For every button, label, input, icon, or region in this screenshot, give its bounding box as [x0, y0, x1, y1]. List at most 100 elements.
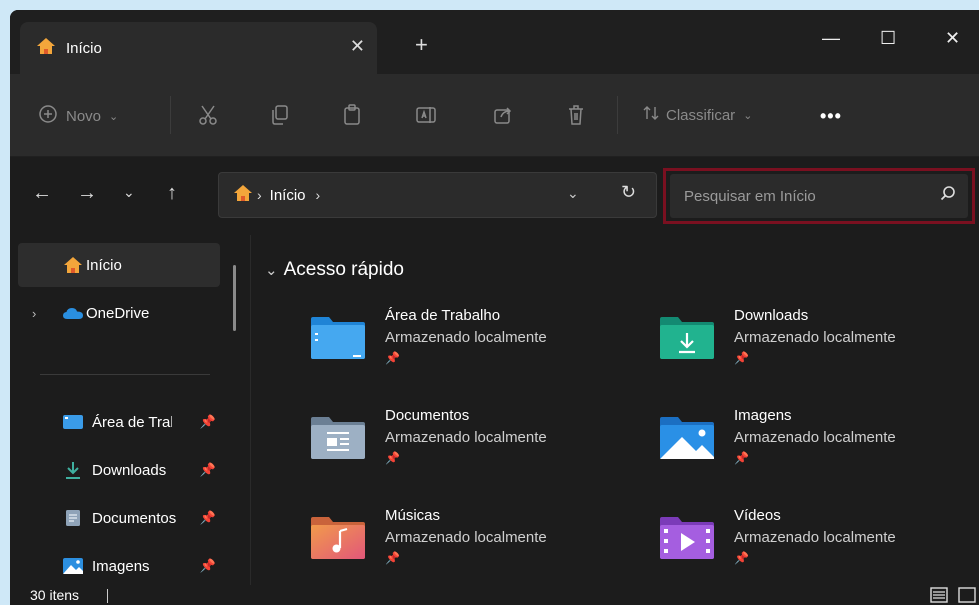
- documents-icon: [62, 509, 84, 527]
- music-folder-icon: [309, 515, 367, 561]
- quick-access-item-location: Armazenado localmente: [734, 429, 896, 446]
- tiles-view-icon[interactable]: [958, 587, 976, 605]
- breadcrumb-separator[interactable]: ›: [316, 187, 321, 203]
- quick-access-item-location: Armazenado localmente: [385, 429, 547, 446]
- toolbar-divider: [170, 96, 171, 134]
- collapse-chevron-icon: ⌄: [265, 262, 278, 279]
- address-dropdown-icon[interactable]: ⌄: [567, 185, 579, 202]
- search-input[interactable]: [682, 186, 926, 206]
- recent-locations-chevron-icon[interactable]: ⌄: [123, 185, 135, 199]
- sidebar-divider: [40, 374, 210, 375]
- sort-icon: [642, 104, 660, 126]
- maximize-button[interactable]: ☐: [880, 28, 896, 49]
- sidebar-item-downloads[interactable]: Downloads 📌: [18, 448, 220, 492]
- desktop-folder-icon: [309, 315, 367, 361]
- breadcrumb-inicio[interactable]: Início: [270, 187, 306, 204]
- quick-access-item-videos[interactable]: Vídeos Armazenado localmente 📌: [658, 507, 979, 587]
- search-box[interactable]: [670, 174, 968, 218]
- sidebar-item-documentos[interactable]: Documentos 📌: [18, 496, 220, 540]
- quick-access-item-location: Armazenado localmente: [385, 529, 547, 546]
- status-bar: 30 itens: [10, 585, 979, 605]
- command-bar: Novo ⌄ Classificar ⌄ •••: [10, 74, 979, 157]
- pin-icon: 📌: [199, 510, 216, 525]
- file-explorer-window: Início ✕ + — ☐ ✕ Novo ⌄ Classificar ⌄ ••…: [10, 10, 979, 605]
- sidebar-item-label: Documentos: [92, 509, 177, 527]
- pin-icon: 📌: [734, 451, 749, 465]
- search-icon[interactable]: [940, 185, 956, 206]
- quick-access-item-name: Vídeos: [734, 507, 781, 524]
- navigation-bar: ← → ⌄ ↑ › Início › ⌄ ↻: [10, 157, 979, 235]
- new-tab-button[interactable]: +: [415, 34, 428, 56]
- expand-chevron-icon[interactable]: ›: [32, 306, 36, 321]
- rename-icon[interactable]: [415, 104, 437, 126]
- sidebar-item-onedrive[interactable]: › OneDrive: [18, 291, 220, 335]
- section-title: Acesso rápido: [283, 259, 404, 280]
- tab-inicio[interactable]: Início ✕: [20, 22, 377, 74]
- desktop-folder-icon: [62, 413, 84, 431]
- new-button[interactable]: Novo ⌄: [38, 104, 118, 128]
- minimize-button[interactable]: —: [822, 28, 840, 49]
- sidebar-item-imagens[interactable]: Imagens 📌: [18, 544, 220, 588]
- pictures-icon: [62, 557, 84, 575]
- status-divider: [107, 589, 108, 603]
- quick-access-item-name: Área de Trabalho: [385, 307, 501, 324]
- home-icon: [62, 256, 84, 274]
- quick-access-item-documentos[interactable]: Documentos Armazenado localmente 📌: [309, 407, 649, 487]
- quick-access-item-location: Armazenado localmente: [734, 529, 896, 546]
- quick-access-item-area-de-trabalho[interactable]: Área de Trabalho Armazenado localmente 📌: [309, 307, 649, 387]
- download-icon: [62, 461, 84, 479]
- pin-icon: 📌: [199, 558, 216, 573]
- quick-access-item-location: Armazenado localmente: [734, 329, 896, 346]
- quick-access-item-downloads[interactable]: Downloads Armazenado localmente 📌: [658, 307, 979, 387]
- quick-access-item-musicas[interactable]: Músicas Armazenado localmente 📌: [309, 507, 649, 587]
- navigation-pane: Início › OneDrive Área de Trabalho 📌 Dow…: [10, 235, 250, 585]
- share-icon[interactable]: [492, 104, 514, 126]
- home-icon: [233, 184, 253, 207]
- sidebar-item-inicio[interactable]: Início: [18, 243, 220, 287]
- quick-access-item-name: Downloads: [734, 307, 809, 324]
- plus-circle-icon: [38, 104, 58, 128]
- sidebar-item-label: Downloads: [92, 461, 167, 479]
- cut-icon[interactable]: [197, 104, 219, 126]
- pin-icon: 📌: [199, 414, 216, 429]
- pin-icon: 📌: [385, 551, 400, 565]
- close-window-button[interactable]: ✕: [945, 28, 960, 49]
- pin-icon: 📌: [385, 451, 400, 465]
- toolbar-divider: [617, 96, 618, 134]
- tab-label: Início: [66, 39, 102, 57]
- quick-access-item-imagens[interactable]: Imagens Armazenado localmente 📌: [658, 407, 979, 487]
- sidebar-item-area-de-trabalho[interactable]: Área de Trabalho 📌: [18, 400, 220, 444]
- sidebar-scrollbar[interactable]: [233, 265, 236, 331]
- delete-icon[interactable]: [566, 104, 586, 126]
- up-arrow-icon[interactable]: ↑: [167, 183, 177, 203]
- copy-icon[interactable]: [270, 104, 290, 126]
- quick-access-item-name: Imagens: [734, 407, 792, 424]
- sidebar-item-label: Área de Trabalho: [92, 413, 172, 431]
- chevron-down-icon: ⌄: [109, 110, 119, 123]
- paste-icon[interactable]: [342, 104, 362, 126]
- back-arrow-icon[interactable]: ←: [32, 183, 52, 203]
- quick-access-item-name: Músicas: [385, 507, 441, 524]
- quick-access-item-name: Documentos: [385, 407, 470, 424]
- chevron-down-icon: ⌄: [743, 109, 753, 122]
- details-view-icon[interactable]: [930, 587, 948, 605]
- refresh-icon[interactable]: ↻: [621, 182, 636, 203]
- pin-icon: 📌: [385, 351, 400, 365]
- sidebar-item-label: Imagens: [92, 557, 150, 575]
- sidebar-item-label: OneDrive: [86, 304, 150, 322]
- close-tab-icon[interactable]: ✕: [350, 36, 365, 57]
- home-icon: [36, 37, 56, 60]
- forward-arrow-icon[interactable]: →: [77, 183, 97, 203]
- quick-access-header[interactable]: ⌄ Acesso rápido: [265, 259, 404, 281]
- cloud-icon: [62, 304, 84, 322]
- search-box-highlight: [663, 168, 975, 224]
- pictures-folder-icon: [658, 415, 716, 461]
- item-count: 30 itens: [30, 587, 80, 603]
- address-bar[interactable]: › Início › ⌄ ↻: [218, 172, 657, 218]
- sort-button[interactable]: Classificar ⌄: [642, 104, 752, 126]
- downloads-folder-icon: [658, 315, 716, 361]
- more-options-button[interactable]: •••: [820, 106, 842, 127]
- pin-icon: 📌: [734, 351, 749, 365]
- videos-folder-icon: [658, 515, 716, 561]
- breadcrumb-separator[interactable]: ›: [257, 187, 262, 203]
